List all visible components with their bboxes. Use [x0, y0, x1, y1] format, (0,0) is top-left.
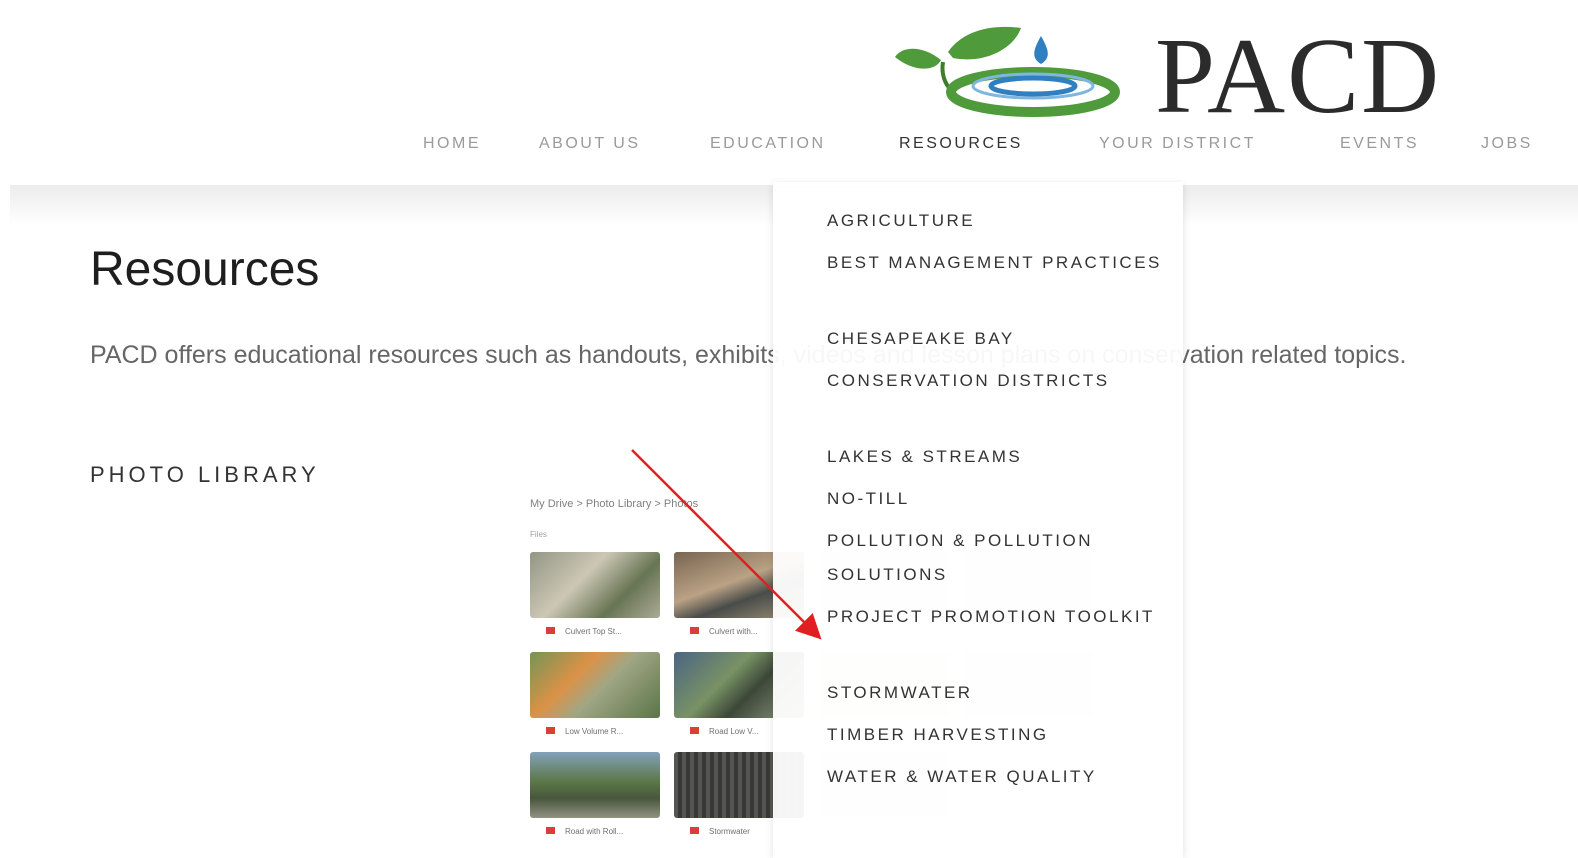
leaf-water-drop-icon [895, 26, 1120, 117]
image-file-icon [690, 627, 699, 634]
pacd-logo[interactable]: PACD [893, 22, 1573, 132]
thumb-caption: Road with Roll... [530, 820, 660, 842]
image-file-icon [546, 827, 555, 834]
thumb-caption: Culvert Top St... [530, 620, 660, 642]
photo-thumb[interactable] [530, 552, 660, 618]
page-title: Resources [90, 243, 320, 296]
menu-item-lakes-streams[interactable]: LAKES & STREAMS [827, 440, 1167, 474]
drive-breadcrumb: My Drive > Photo Library > Photos [530, 498, 699, 510]
photo-thumb[interactable] [530, 652, 660, 718]
resources-dropdown-menu: AGRICULTURE BEST MANAGEMENT PRACTICES CH… [773, 182, 1183, 858]
image-file-icon [690, 827, 699, 834]
nav-about-us[interactable]: ABOUT US [539, 135, 641, 153]
menu-item-stormwater[interactable]: STORMWATER [827, 676, 1167, 710]
nav-home[interactable]: HOME [423, 135, 481, 153]
nav-events[interactable]: EVENTS [1340, 135, 1419, 153]
menu-item-timber-harvesting[interactable]: TIMBER HARVESTING [827, 718, 1167, 752]
thumb-caption: Low Volume R... [530, 720, 660, 742]
photo-library-heading: PHOTO LIBRARY [90, 462, 320, 487]
logo-text: PACD [1155, 17, 1442, 136]
nav-education[interactable]: EDUCATION [710, 135, 826, 153]
photo-thumb[interactable] [530, 752, 660, 818]
nav-your-district[interactable]: YOUR DISTRICT [1099, 135, 1256, 153]
main-nav: HOME ABOUT US EDUCATION RESOURCES YOUR D… [0, 135, 1578, 159]
image-file-icon [690, 727, 699, 734]
nav-jobs[interactable]: JOBS [1481, 135, 1533, 153]
menu-item-agriculture[interactable]: AGRICULTURE [827, 204, 1167, 238]
menu-item-best-management-practices[interactable]: BEST MANAGEMENT PRACTICES [827, 246, 1167, 280]
menu-item-conservation-districts[interactable]: CONSERVATION DISTRICTS [827, 364, 1167, 398]
files-label: Files [530, 530, 547, 539]
image-file-icon [546, 627, 555, 634]
menu-item-pollution-solutions[interactable]: POLLUTION & POLLUTION SOLUTIONS [827, 524, 1167, 592]
menu-item-project-promotion-toolkit[interactable]: PROJECT PROMOTION TOOLKIT [827, 600, 1167, 634]
menu-item-water-quality[interactable]: WATER & WATER QUALITY [827, 760, 1167, 794]
menu-item-chesapeake-bay[interactable]: CHESAPEAKE BAY [827, 322, 1167, 356]
menu-item-no-till[interactable]: NO-TILL [827, 482, 1167, 516]
nav-resources[interactable]: RESOURCES [899, 135, 1023, 153]
image-file-icon [546, 727, 555, 734]
site-header: PACD HOME ABOUT US EDUCATION RESOURCES Y… [0, 0, 1578, 185]
